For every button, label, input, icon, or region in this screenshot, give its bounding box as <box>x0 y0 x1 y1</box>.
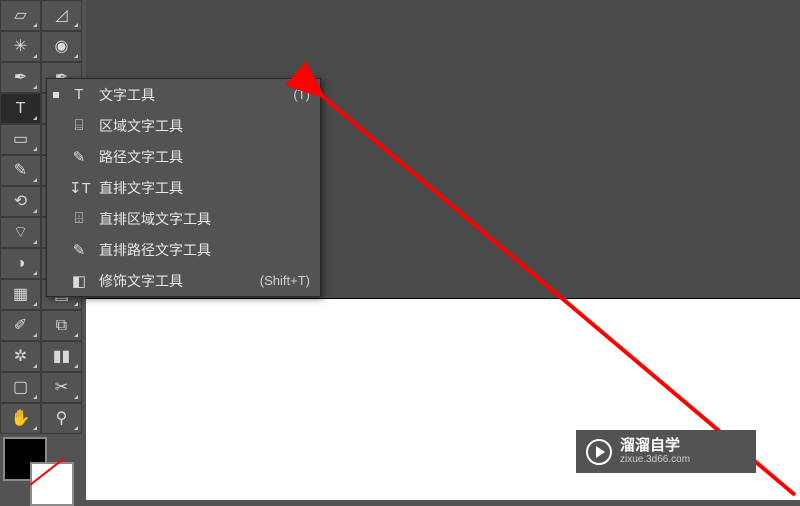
flyout-label: 区域文字工具 <box>99 116 300 136</box>
type-tool[interactable]: T <box>0 93 41 124</box>
graph-icon: ▮▮ <box>53 349 71 365</box>
rotate-icon: ⟲ <box>14 194 27 210</box>
blend-icon: ⧉ <box>56 318 67 334</box>
symbol-sprayer-tool[interactable]: ✲ <box>0 341 41 372</box>
brush-icon: ✎ <box>14 163 27 179</box>
watermark: 溜溜自学 zixue.3d66.com <box>576 430 756 473</box>
column-graph-tool[interactable]: ▮▮ <box>41 341 82 372</box>
flyout-item-path-type[interactable]: ✎ 路径文字工具 <box>47 141 320 172</box>
rectangle-icon: ▭ <box>13 132 28 148</box>
flyout-label: 文字工具 <box>99 85 283 105</box>
area-type-icon: ⌸ <box>69 117 89 134</box>
magic-wand-tool[interactable]: ✳ <box>0 31 41 62</box>
pen-tool[interactable]: ✒ <box>0 62 41 93</box>
shape-builder-tool[interactable]: ◑ <box>0 248 41 279</box>
stroke-swatch[interactable] <box>30 462 74 506</box>
brush-tool[interactable]: ✎ <box>0 155 41 186</box>
color-swatch[interactable] <box>0 434 80 494</box>
type-tool-flyout: T 文字工具 (T) ⌸ 区域文字工具 ✎ 路径文字工具 ↧T 直排文字工具 ⌹… <box>46 78 321 297</box>
flyout-label: 直排路径文字工具 <box>99 240 300 260</box>
artboard-icon: ▢ <box>13 380 28 396</box>
magic-wand-icon: ✳ <box>14 39 27 55</box>
flyout-item-area-type[interactable]: ⌸ 区域文字工具 <box>47 110 320 141</box>
watermark-url: zixue.3d66.com <box>620 454 690 465</box>
flyout-label: 修饰文字工具 <box>99 271 250 291</box>
eyedropper-icon: ✐ <box>14 318 27 334</box>
flyout-label: 路径文字工具 <box>99 147 300 167</box>
width-icon: ⌔ <box>13 225 28 241</box>
spray-icon: ✲ <box>14 349 27 365</box>
flyout-label: 直排区域文字工具 <box>99 209 300 229</box>
type-icon: T <box>16 101 26 117</box>
flyout-item-vertical-path-type[interactable]: ✎ 直排路径文字工具 <box>47 234 320 265</box>
flyout-label: 直排文字工具 <box>99 178 300 198</box>
lasso-tool[interactable]: ◉ <box>41 31 82 62</box>
path-type-icon: ✎ <box>69 148 89 166</box>
vertical-path-type-icon: ✎ <box>69 241 89 259</box>
direct-selection-icon: ◿ <box>55 8 67 24</box>
blend-tool[interactable]: ⧉ <box>41 310 82 341</box>
slice-tool[interactable]: ✂ <box>41 372 82 403</box>
eyedropper-tool[interactable]: ✐ <box>0 310 41 341</box>
zoom-icon: ⚲ <box>56 411 68 427</box>
flyout-item-vertical-type[interactable]: ↧T 直排文字工具 <box>47 172 320 203</box>
flyout-item-touch-type[interactable]: ◧ 修饰文字工具 (Shift+T) <box>47 265 320 296</box>
pen-icon: ✒ <box>14 70 27 86</box>
selection-tool[interactable]: ▱ <box>0 0 41 31</box>
check-icon <box>53 92 59 98</box>
hand-icon: ✋ <box>11 411 31 427</box>
width-tool[interactable]: ⌔ <box>0 217 41 248</box>
zoom-tool[interactable]: ⚲ <box>41 403 82 434</box>
flyout-shortcut: (Shift+T) <box>260 273 310 288</box>
hand-tool[interactable]: ✋ <box>0 403 41 434</box>
vertical-type-icon: ↧T <box>69 179 89 197</box>
artboard-tool[interactable]: ▢ <box>0 372 41 403</box>
mesh-icon: ▦ <box>13 287 28 303</box>
flyout-shortcut: (T) <box>293 87 310 102</box>
play-icon <box>586 439 612 465</box>
watermark-title: 溜溜自学 <box>620 438 690 455</box>
rectangle-tool[interactable]: ▭ <box>0 124 41 155</box>
selection-icon: ▱ <box>14 8 26 24</box>
rotate-tool[interactable]: ⟲ <box>0 186 41 217</box>
flyout-item-vertical-area-type[interactable]: ⌹ 直排区域文字工具 <box>47 203 320 234</box>
vertical-area-type-icon: ⌹ <box>69 210 89 227</box>
lasso-icon: ◉ <box>55 39 69 55</box>
flyout-item-type[interactable]: T 文字工具 (T) <box>47 79 320 110</box>
touch-type-icon: ◧ <box>69 272 89 290</box>
shape-builder-icon: ◑ <box>16 256 26 272</box>
mesh-tool[interactable]: ▦ <box>0 279 41 310</box>
slice-icon: ✂ <box>55 380 68 396</box>
direct-selection-tool[interactable]: ◿ <box>41 0 82 31</box>
type-icon: T <box>69 86 89 103</box>
